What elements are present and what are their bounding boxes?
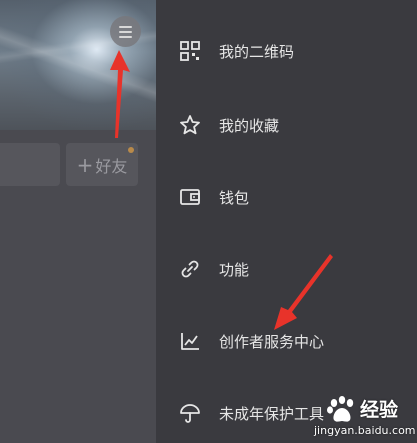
watermark-text: 经验 xyxy=(360,399,399,421)
menu-line xyxy=(119,25,132,28)
notification-dot xyxy=(128,147,134,153)
menu-item-features[interactable]: 功能 xyxy=(156,249,417,289)
menu-item-label: 功能 xyxy=(219,260,250,279)
menu-item-favorites[interactable]: 我的收藏 xyxy=(156,105,417,145)
plus-icon: + xyxy=(76,152,94,177)
side-drawer: 我的二维码 我的收藏 钱包 功能 创作者服务中心 未成年保护工具 xyxy=(156,0,417,443)
chart-icon xyxy=(179,330,201,352)
link-icon xyxy=(179,258,201,280)
umbrella-icon xyxy=(179,402,201,424)
add-friend-label: 好友 xyxy=(95,156,128,176)
watermark: 经验 jingyan.baidu.com xyxy=(300,392,417,443)
menu-item-label: 我的收藏 xyxy=(219,116,280,135)
profile-action-row: + 好友 xyxy=(0,143,156,186)
menu-item-label: 创作者服务中心 xyxy=(219,332,325,351)
wallet-icon xyxy=(179,186,201,208)
menu-item-label: 钱包 xyxy=(219,188,250,207)
paw-logo-icon xyxy=(327,396,354,422)
edit-profile-button[interactable] xyxy=(0,143,60,186)
star-icon xyxy=(179,114,201,136)
watermark-url: jingyan.baidu.com xyxy=(314,424,416,437)
menu-button[interactable] xyxy=(110,16,141,47)
menu-item-label: 我的二维码 xyxy=(219,42,295,61)
menu-item-wallet[interactable]: 钱包 xyxy=(156,177,417,217)
menu-line xyxy=(119,35,132,38)
menu-line xyxy=(119,30,132,33)
menu-item-creator-center[interactable]: 创作者服务中心 xyxy=(156,321,417,361)
menu-item-qr-code[interactable]: 我的二维码 xyxy=(156,31,417,71)
qr-code-icon xyxy=(179,40,201,62)
profile-background: + 好友 xyxy=(0,0,156,443)
